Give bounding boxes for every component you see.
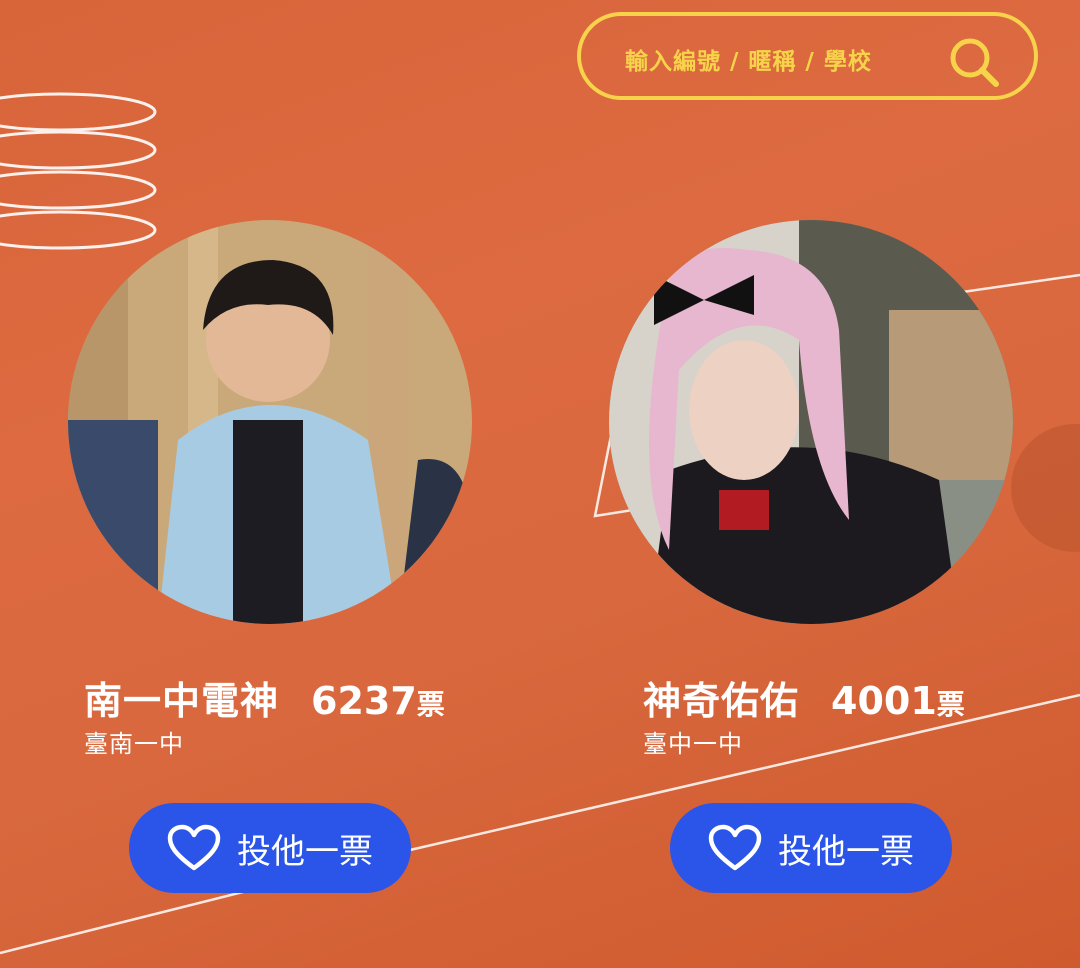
candidate-name: 南一中電神 [84,679,280,723]
candidate-name-row: 南一中電神 6237 票 [84,670,445,725]
vote-unit: 票 [416,688,445,721]
candidate-photo[interactable] [68,220,472,624]
vote-button-label: 投他一票 [778,831,914,872]
search-input[interactable]: 輸入編號 / 暱稱 / 學校 [625,42,872,76]
candidate-photo[interactable] [609,220,1013,624]
vote-button[interactable]: 投他一票 [129,803,411,893]
vote-button[interactable]: 投他一票 [670,803,952,893]
candidate-name: 神奇佑佑 [643,679,800,723]
heart-icon [167,824,221,872]
vote-count: 4001 [831,679,937,723]
search-icon[interactable] [946,34,1002,90]
candidate-name-row: 神奇佑佑 4001 票 [643,670,965,725]
vote-button-label: 投他一票 [237,831,373,872]
heart-icon [708,824,762,872]
candidate-school: 臺中一中 [643,730,743,758]
candidate-school: 臺南一中 [84,730,184,758]
vote-count: 6237 [311,679,417,723]
vote-unit: 票 [936,688,965,721]
search-bar[interactable]: 輸入編號 / 暱稱 / 學校 [577,12,1038,100]
